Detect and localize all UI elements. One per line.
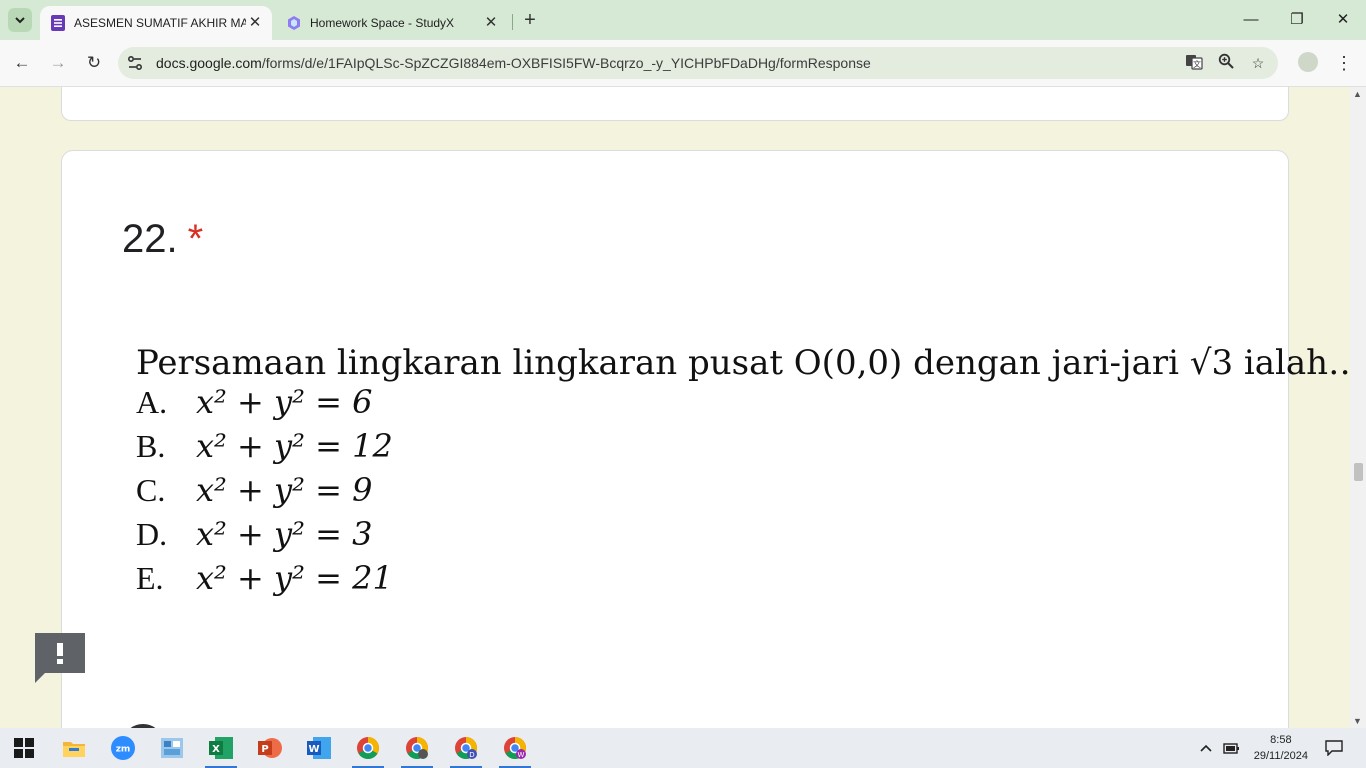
word-icon[interactable]: W xyxy=(297,728,341,768)
bookmark-star-icon[interactable]: ☆ xyxy=(1248,53,1268,73)
control-panel-icon[interactable] xyxy=(150,728,194,768)
question-card: 22. * Persamaan lingkaran lingkaran pusat… xyxy=(61,150,1350,728)
option-equation: x² + y² = 21 xyxy=(196,559,393,597)
feedback-icon[interactable] xyxy=(35,633,85,683)
page-scrollbar[interactable]: ▲ ▼ xyxy=(1350,87,1366,728)
file-explorer-icon[interactable] xyxy=(52,728,96,768)
zoom-app-icon[interactable]: zm xyxy=(101,728,145,768)
reload-icon[interactable]: ↻ xyxy=(82,51,106,75)
start-windows-icon[interactable] xyxy=(2,728,46,768)
tab-separator xyxy=(512,14,513,30)
tab-search-button[interactable] xyxy=(8,8,32,32)
scroll-down-icon[interactable]: ▼ xyxy=(1353,716,1362,726)
chrome-profile-w-icon[interactable]: W xyxy=(493,728,537,768)
required-asterisk: * xyxy=(187,217,204,261)
option-equation: x² + y² = 3 xyxy=(196,515,373,553)
notification-icon[interactable] xyxy=(1314,728,1354,768)
option-equation: x² + y² = 6 xyxy=(196,383,373,421)
choice-option-a[interactable]: A xyxy=(122,719,219,728)
option-letter: C. xyxy=(136,472,166,508)
svg-text:D: D xyxy=(469,751,474,759)
profile-avatar[interactable] xyxy=(1298,52,1318,72)
option-letter: A. xyxy=(136,384,168,420)
address-bar[interactable]: docs.google.com/forms/d/e/1FAIpQLSc-SpZC… xyxy=(118,47,1278,79)
close-tab-icon[interactable]: ✕ xyxy=(246,14,264,32)
excel-icon[interactable]: X xyxy=(199,728,243,768)
forward-icon[interactable]: → xyxy=(46,51,70,75)
page-content: 22. * Persamaan lingkaran lingkaran pusat… xyxy=(0,87,1350,728)
clock-date: 29/11/2024 xyxy=(1253,750,1308,762)
chrome-icon[interactable] xyxy=(346,728,390,768)
back-icon[interactable]: ← xyxy=(10,51,34,75)
previous-question-card xyxy=(61,87,1289,121)
svg-text:W: W xyxy=(518,751,525,759)
powerpoint-icon[interactable]: P xyxy=(248,728,292,768)
more-menu-icon[interactable]: ⋮ xyxy=(1334,51,1354,75)
restore-icon[interactable]: ❐ xyxy=(1282,6,1312,34)
svg-text:zm: zm xyxy=(116,745,131,755)
url-domain: docs.google.com xyxy=(156,55,262,71)
studyx-icon xyxy=(286,15,302,31)
svg-text:文: 文 xyxy=(1193,59,1201,69)
option-line: A. x² + y² = 6 xyxy=(136,383,372,421)
google-forms-icon xyxy=(50,15,66,31)
option-letter: D. xyxy=(136,516,168,552)
tab-studyx[interactable]: Homework Space - StudyX ✕ xyxy=(276,6,508,40)
site-info-icon[interactable] xyxy=(126,54,144,72)
svg-text:X: X xyxy=(212,744,220,755)
clock[interactable]: 8:58 29/11/2024 xyxy=(1254,732,1308,764)
windows-taskbar: zm X P W D W 8:58 29/11/2024 xyxy=(0,728,1366,768)
tab-title: ASESMEN SUMATIF AKHIR MAT xyxy=(74,16,246,30)
url-path: /forms/d/e/1FAIpQLSc-SpZCZGI884em-OXBFIS… xyxy=(261,55,871,71)
option-equation: x² + y² = 12 xyxy=(196,427,393,465)
translate-icon[interactable]: 文 xyxy=(1184,53,1204,73)
tab-title: Homework Space - StudyX xyxy=(310,16,455,30)
chrome-profile-d-icon[interactable]: D xyxy=(444,728,488,768)
chrome-profile-icon[interactable] xyxy=(395,728,439,768)
chevron-down-icon xyxy=(15,17,25,24)
option-equation: x² + y² = 9 xyxy=(196,471,373,509)
option-letter: E. xyxy=(136,560,164,596)
battery-network-icon[interactable] xyxy=(1212,728,1252,768)
minimize-icon[interactable]: — xyxy=(1236,6,1266,34)
url-text[interactable]: docs.google.com/forms/d/e/1FAIpQLSc-SpZC… xyxy=(156,55,871,71)
option-line: B. x² + y² = 12 xyxy=(136,427,393,465)
close-tab-icon[interactable]: ✕ xyxy=(482,14,500,32)
option-line: C. x² + y² = 9 xyxy=(136,471,372,509)
question-number: 22. xyxy=(122,217,178,261)
scroll-thumb[interactable] xyxy=(1354,463,1363,481)
clock-time: 8:58 xyxy=(1270,734,1292,746)
option-line: D. x² + y² = 3 xyxy=(136,515,372,553)
svg-text:P: P xyxy=(261,744,268,755)
option-line: E. x² + y² = 21 xyxy=(136,559,393,597)
question-title: 22. * xyxy=(122,217,203,262)
tab-strip: ASESMEN SUMATIF AKHIR MAT ✕ Homework Spa… xyxy=(0,0,1366,40)
question-text: Persamaan lingkaran lingkaran pusat O(0,… xyxy=(136,343,1350,383)
close-window-icon[interactable]: ✕ xyxy=(1328,6,1358,34)
svg-text:W: W xyxy=(308,744,319,755)
option-letter: B. xyxy=(136,428,166,464)
scroll-up-icon[interactable]: ▲ xyxy=(1353,89,1362,99)
new-tab-icon[interactable]: + xyxy=(520,10,540,30)
browser-toolbar: ← → ↻ docs.google.com/forms/d/e/1FAIpQLS… xyxy=(0,40,1366,87)
tab-forms[interactable]: ASESMEN SUMATIF AKHIR MAT ✕ xyxy=(40,6,272,40)
zoom-icon[interactable] xyxy=(1216,53,1236,73)
